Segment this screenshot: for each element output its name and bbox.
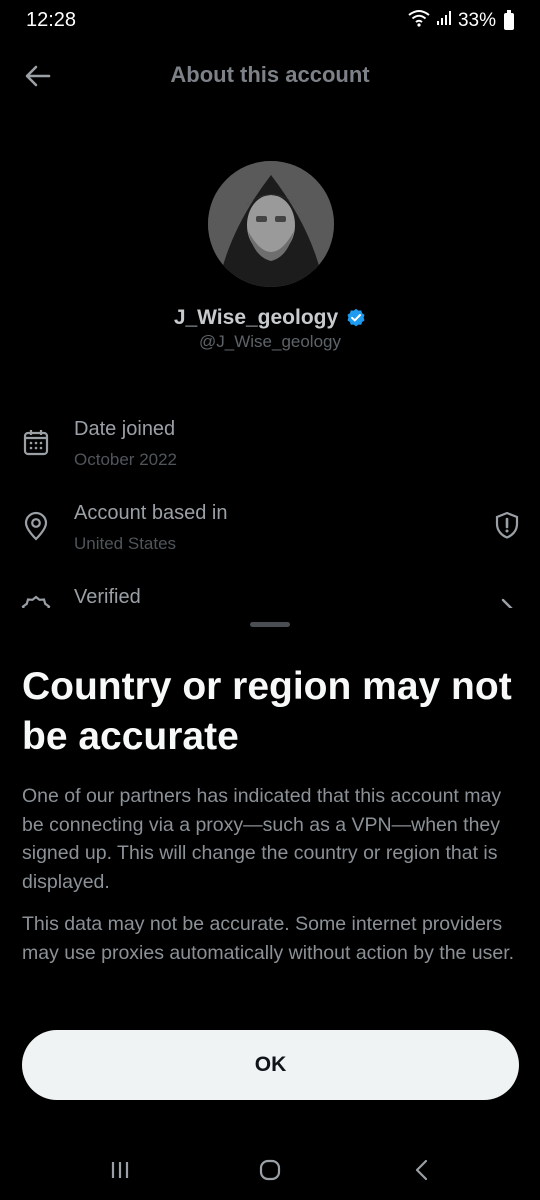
location-pin-icon [24,511,48,541]
home-button[interactable] [240,1152,300,1188]
bottom-sheet: Country or region may not be accurate On… [0,608,540,1200]
info-value: United States [74,534,177,553]
status-time: 12:28 [26,9,77,31]
header: About this account [0,50,540,102]
username-handle: @J_Wise_geology [199,332,341,351]
avatar-photo [208,161,334,287]
info-label: Verified [74,586,141,608]
ok-button[interactable]: OK [22,1030,519,1100]
wifi-icon [408,9,430,33]
battery-percentage: 33% [457,10,496,31]
recent-apps-icon [111,1162,129,1178]
sheet-paragraph-accuracy: This data may not be accurate. Some inte… [22,913,515,964]
sheet-paragraph-proxy: One of our partners has indicated that t… [22,785,502,893]
battery-icon [504,9,514,30]
info-label: Date joined [74,418,176,440]
avatar[interactable] [208,161,334,287]
info-item-account-based-in[interactable]: Account based in United States [0,502,540,572]
display-name-row: J_Wise_geology [0,306,540,330]
verified-checkmark-icon [347,308,365,327]
display-name: J_Wise_geology [173,306,339,329]
back-icon [415,1159,428,1181]
calendar-icon [23,430,49,456]
sheet-title: Country or region may not be accurate [22,665,512,758]
recent-apps-button[interactable] [90,1152,150,1188]
status-icons: 33% [408,9,514,33]
system-back-button[interactable] [392,1152,452,1188]
page-title: About this account [170,62,370,87]
home-icon [259,1159,281,1181]
shield-exclamation-icon[interactable] [492,510,522,540]
system-nav-bar [0,1140,540,1200]
info-item-date-joined: Date joined October 2022 [0,418,540,488]
info-value: October 2022 [74,450,178,469]
info-label: Account based in [74,502,228,524]
signal-icon [436,10,452,32]
sheet-drag-handle[interactable] [250,622,290,627]
status-bar: 12:28 33% [0,0,540,44]
